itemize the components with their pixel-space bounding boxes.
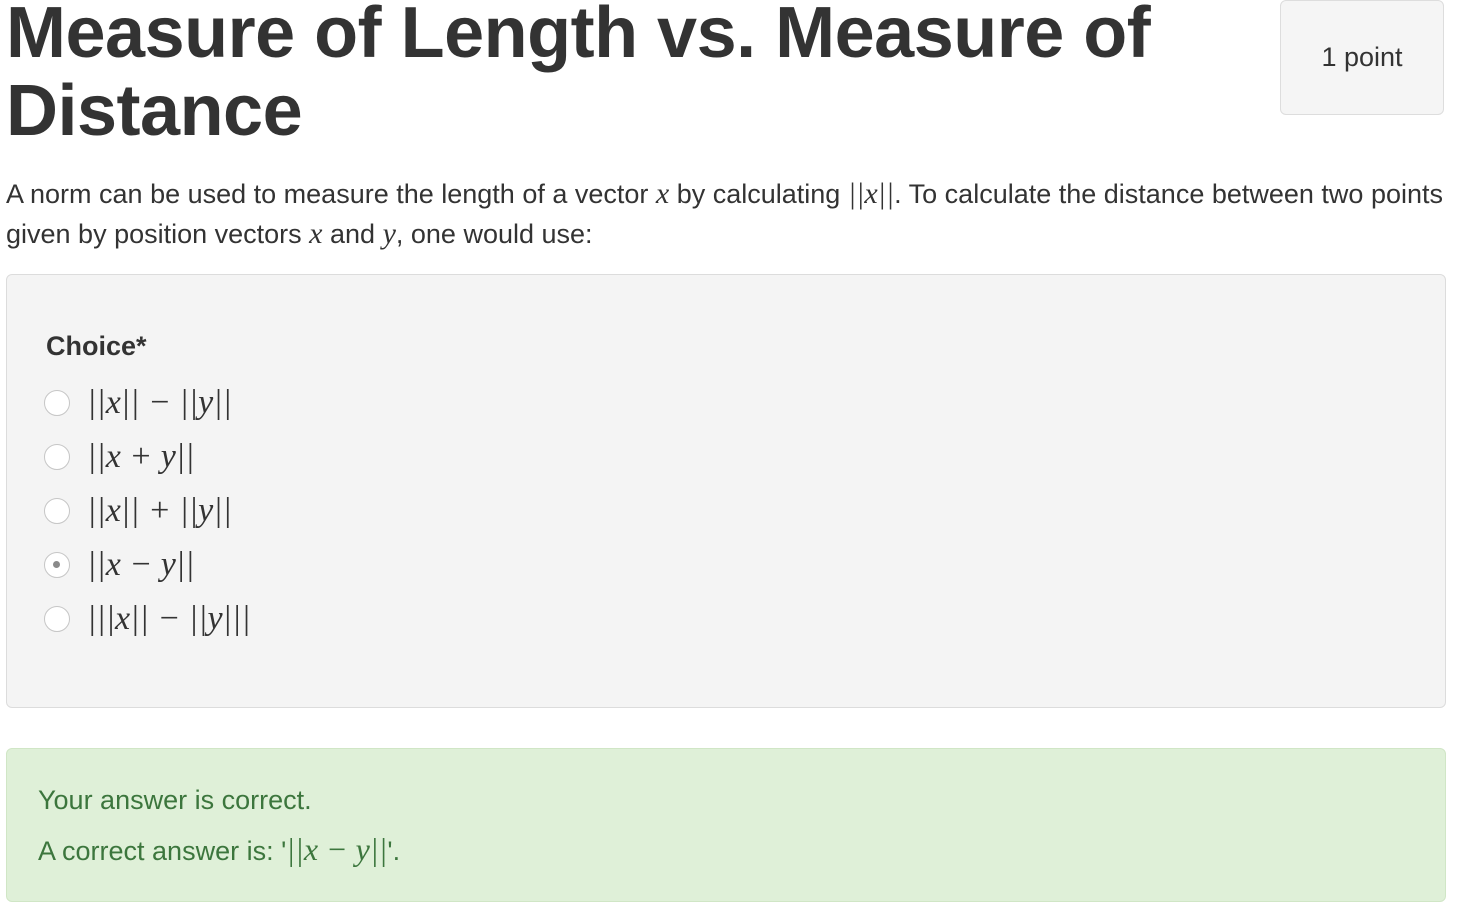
math-norm-x: ||x||: [847, 177, 895, 210]
math-var-y: y: [382, 217, 396, 250]
question-title: Measure of Length vs. Measure of Distanc…: [6, 0, 1151, 151]
feedback-answer-suffix: '.: [387, 836, 401, 866]
math-var-x: x: [655, 177, 670, 210]
choice-option-text: ||x|| + ||y||: [87, 492, 232, 529]
prompt-text-1: A norm can be used to measure the length…: [6, 179, 656, 209]
choice-option-3[interactable]: ||x|| + ||y||: [44, 491, 232, 531]
choice-option-1[interactable]: ||x|| − ||y||: [44, 383, 232, 423]
choice-option-5[interactable]: |||x|| − ||y|||: [44, 599, 251, 639]
question-prompt: A norm can be used to measure the length…: [6, 174, 1451, 254]
feedback-correct-answer: A correct answer is: '||x − y||'.: [38, 831, 400, 868]
points-label: 1 point: [1321, 42, 1403, 72]
choice-option-text: ||x − y||: [87, 546, 195, 583]
feedback-answer-math: ||x − y||: [286, 831, 388, 867]
choice-option-2[interactable]: ||x + y||: [44, 437, 195, 477]
choice-option-text: ||x + y||: [87, 438, 195, 475]
radio-button[interactable]: [44, 498, 70, 524]
radio-button[interactable]: [44, 390, 70, 416]
feedback-status: Your answer is correct.: [38, 785, 312, 815]
math-var-x-2: x: [309, 217, 323, 250]
feedback-answer-prefix: A correct answer is: ': [38, 836, 287, 866]
choice-option-text: |||x|| − ||y|||: [87, 600, 251, 637]
prompt-text-4: and: [322, 219, 383, 249]
choice-panel: Choice* ||x|| − ||y|| ||x + y|| ||x|| + …: [6, 274, 1446, 708]
points-badge: 1 point: [1280, 0, 1444, 115]
choice-label: Choice*: [46, 331, 147, 361]
prompt-text-2: by calculating: [669, 179, 848, 209]
radio-button-selected[interactable]: [44, 552, 70, 578]
prompt-text-5: , one would use:: [395, 219, 593, 249]
choice-option-4[interactable]: ||x − y||: [44, 545, 195, 585]
feedback-alert: Your answer is correct. A correct answer…: [6, 748, 1446, 902]
radio-button[interactable]: [44, 606, 70, 632]
radio-button[interactable]: [44, 444, 70, 470]
choice-option-text: ||x|| − ||y||: [87, 384, 232, 421]
